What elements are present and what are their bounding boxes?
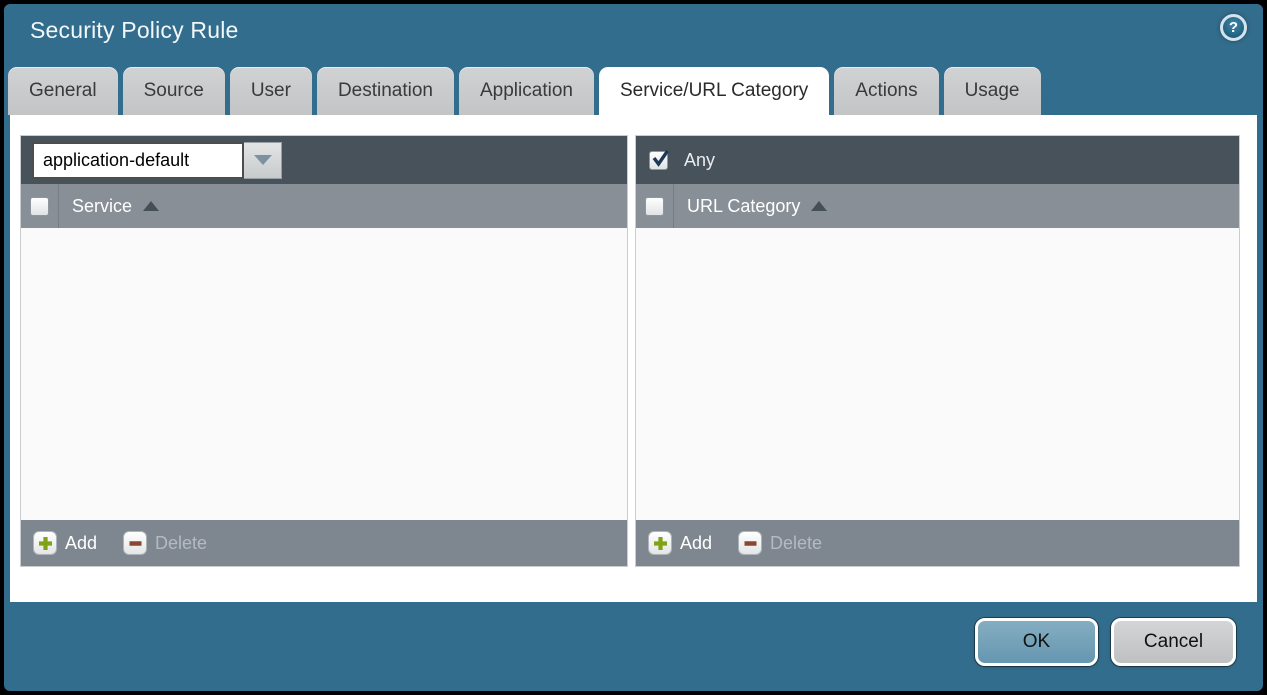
security-policy-rule-dialog: Security Policy Rule ? General Source Us… [4, 4, 1263, 691]
service-column-header[interactable]: Service [58, 184, 627, 228]
url-category-toolbar: Any [636, 136, 1239, 184]
url-category-add-button[interactable]: Add [648, 531, 712, 555]
delete-icon [123, 531, 147, 555]
url-category-select-all-cell [636, 184, 673, 228]
tab-application[interactable]: Application [459, 67, 594, 115]
url-category-column-header-label: URL Category [687, 196, 800, 217]
url-category-footer-bar: Add Delete [636, 520, 1239, 566]
add-icon [33, 531, 57, 555]
any-checkbox[interactable] [649, 151, 668, 170]
tab-service-url-category[interactable]: Service/URL Category [599, 67, 829, 115]
dialog-button-row: OK Cancel [975, 618, 1236, 666]
service-delete-label: Delete [155, 533, 207, 554]
tab-source[interactable]: Source [123, 67, 225, 115]
tab-actions[interactable]: Actions [834, 67, 938, 115]
dialog-body: application-default Service [10, 115, 1257, 602]
tab-bar: General Source User Destination Applicat… [8, 67, 1041, 115]
cancel-button[interactable]: Cancel [1111, 618, 1236, 666]
service-panel: application-default Service [20, 135, 628, 567]
any-label: Any [684, 150, 715, 171]
service-type-select-value[interactable]: application-default [32, 142, 244, 179]
service-delete-button[interactable]: Delete [123, 531, 207, 555]
url-category-panel: Any URL Category Add [635, 135, 1240, 567]
sort-ascending-icon [143, 201, 159, 211]
url-category-list[interactable] [636, 228, 1239, 520]
url-category-select-all-checkbox[interactable] [645, 197, 664, 216]
tab-usage[interactable]: Usage [944, 67, 1041, 115]
add-icon [648, 531, 672, 555]
service-select-all-cell [21, 184, 58, 228]
help-icon[interactable]: ? [1220, 14, 1247, 41]
service-type-select-button[interactable] [244, 142, 282, 179]
tab-user[interactable]: User [230, 67, 312, 115]
ok-button[interactable]: OK [975, 618, 1098, 666]
dialog-title: Security Policy Rule [30, 17, 239, 44]
service-list[interactable] [21, 228, 627, 520]
url-category-column-header[interactable]: URL Category [673, 184, 1239, 228]
tab-general[interactable]: General [8, 67, 118, 115]
service-type-select[interactable]: application-default [32, 142, 282, 179]
service-column-header-label: Service [72, 196, 132, 217]
service-add-button[interactable]: Add [33, 531, 97, 555]
delete-icon [738, 531, 762, 555]
tab-destination[interactable]: Destination [317, 67, 454, 115]
service-footer-bar: Add Delete [21, 520, 627, 566]
service-toolbar: application-default [21, 136, 627, 184]
url-category-delete-button[interactable]: Delete [738, 531, 822, 555]
help-icon-glyph: ? [1229, 19, 1238, 36]
service-select-all-checkbox[interactable] [30, 197, 49, 216]
service-column-header-row: Service [21, 184, 627, 228]
service-add-label: Add [65, 533, 97, 554]
chevron-down-icon [254, 155, 272, 165]
url-category-column-header-row: URL Category [636, 184, 1239, 228]
sort-ascending-icon [811, 201, 827, 211]
any-row: Any [647, 150, 715, 171]
url-category-delete-label: Delete [770, 533, 822, 554]
url-category-add-label: Add [680, 533, 712, 554]
